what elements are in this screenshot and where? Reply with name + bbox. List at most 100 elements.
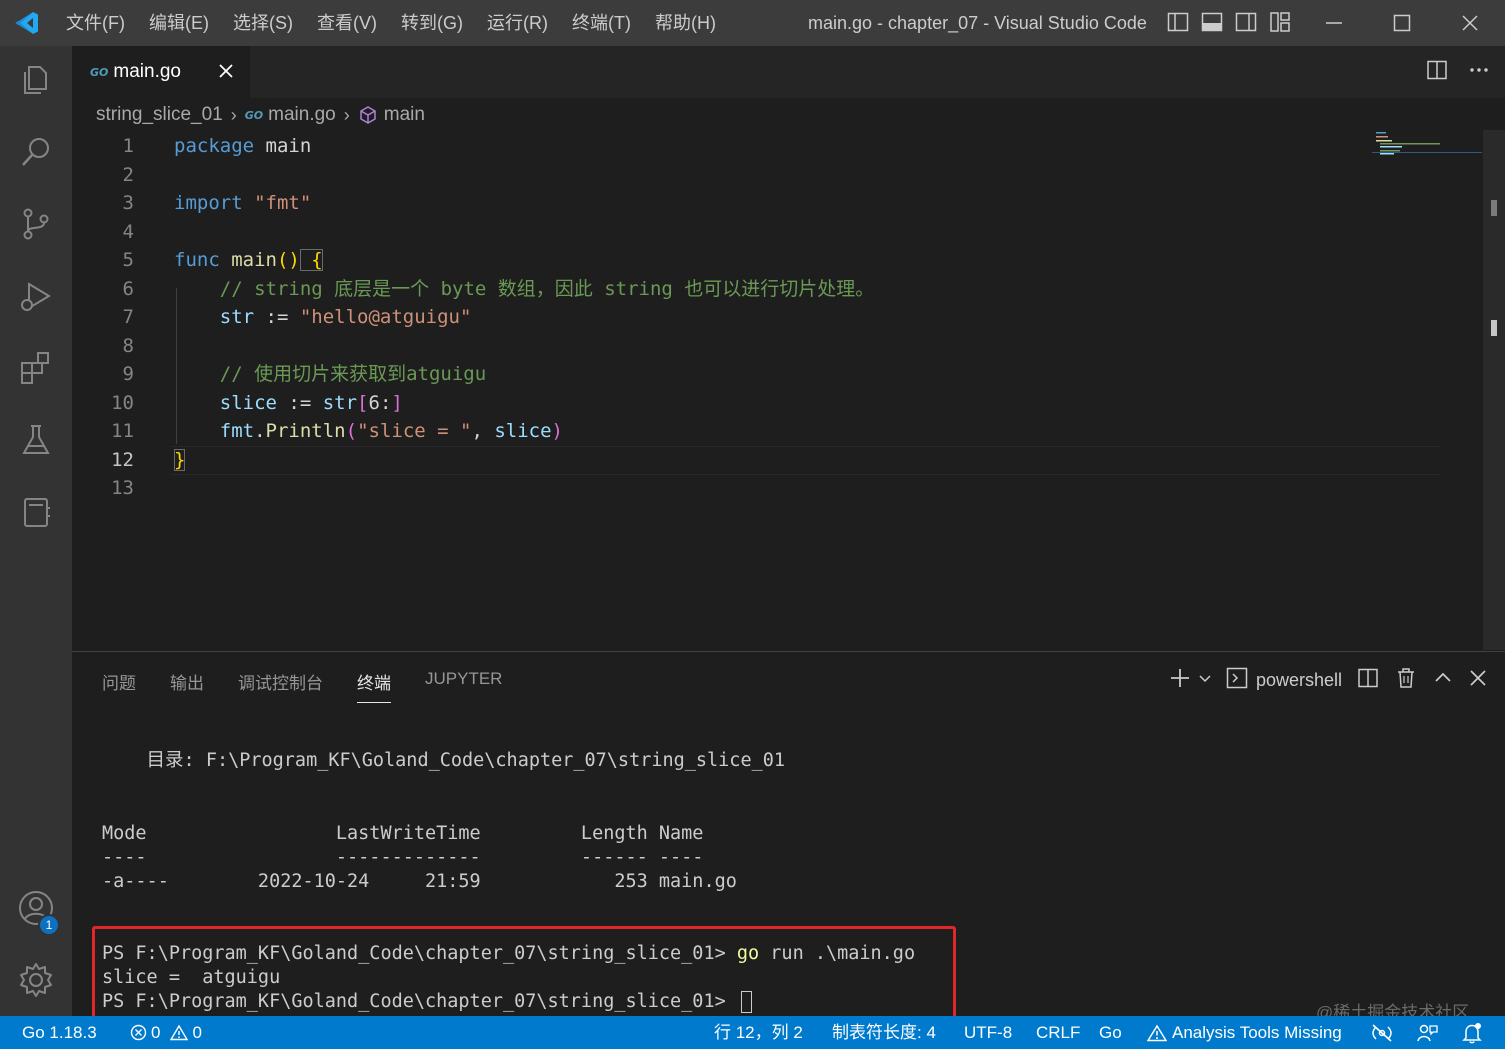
status-analysis-label: Analysis Tools Missing [1172,1023,1342,1042]
new-terminal-icon[interactable] [1168,666,1192,695]
code-line: 9 // 使用切片来获取到atguigu [72,360,1372,389]
line-number: 4 [122,220,134,243]
title-bar: 文件(F) 编辑(E) 选择(S) 查看(V) 转到(G) 运行(R) 终端(T… [0,0,1505,46]
code-line: 4 [72,218,1372,247]
code-token: "fmt" [242,192,312,214]
status-encoding[interactable]: UTF-8 [964,1016,1012,1049]
code-line: 3 import "fmt" [72,189,1372,218]
close-window-button[interactable] [1436,0,1504,46]
activity-bar: 1 [0,46,72,1016]
breadcrumb-folder[interactable]: string_slice_01 [96,104,223,126]
code-token: import [174,192,243,214]
code-token: Println [265,420,346,442]
line-number: 1 [122,135,134,157]
customize-layout-icon[interactable] [1268,10,1292,34]
terminal-shell-label[interactable]: powershell [1256,670,1342,691]
status-bar: Go 1.18.3 0 0 行 12，列 2 制表符长度: 4 UTF-8 CR… [0,1016,1505,1049]
run-debug-icon[interactable] [0,266,72,326]
broadcast-off-icon[interactable] [1370,1016,1394,1049]
code-token: fmt [174,420,255,442]
menu-terminal[interactable]: 终端(T) [560,0,643,46]
minimize-button[interactable] [1300,0,1368,46]
source-control-icon[interactable] [0,194,72,254]
split-terminal-icon[interactable] [1356,666,1380,695]
minimap[interactable] [1372,130,1487,170]
line-number: 13 [111,477,134,499]
tab-terminal[interactable]: 终端 [357,669,391,703]
code-token: main [254,135,312,157]
cube-symbol-icon [358,105,378,125]
menu-selection[interactable]: 选择(S) [221,0,305,46]
trash-icon[interactable] [1394,666,1418,695]
status-analysis-tools[interactable]: Analysis Tools Missing [1147,1016,1342,1049]
code-token: ( [345,420,358,442]
more-actions-icon[interactable] [1467,58,1491,87]
menu-file[interactable]: 文件(F) [54,0,137,46]
status-language[interactable]: Go [1099,1016,1122,1049]
chevron-right-icon: › [230,104,237,125]
menu-bar: 文件(F) 编辑(E) 选择(S) 查看(V) 转到(G) 运行(R) 终端(T… [54,0,728,46]
accounts-badge: 1 [38,914,60,936]
code-token: . [254,420,266,442]
status-go-version[interactable]: Go 1.18.3 [22,1016,97,1049]
code-line: 11 fmt.Println("slice = ", slice) [72,417,1372,446]
close-icon[interactable] [214,59,238,83]
code-token: slice [494,420,552,442]
scroll-marker [1491,200,1497,216]
toggle-panel-icon[interactable] [1200,10,1224,34]
code-token: func [174,249,220,271]
status-eol[interactable]: CRLF [1036,1016,1080,1049]
vscode-logo-icon [0,0,54,46]
code-token: ] [391,391,403,414]
close-panel-icon[interactable] [1468,668,1488,693]
code-line: 8 [72,332,1372,361]
terminal-directory-line: 目录: F:\Program_KF\Goland_Code\chapter_07… [102,750,786,771]
tab-label: main.go [113,61,181,82]
code-token: "hello@atguigu" [299,306,472,328]
warning-icon [1147,1024,1167,1041]
code-line: 6 // string 底层是一个 byte 数组，因此 string 也可以进… [72,275,1372,304]
code-token: { [299,249,323,271]
status-cursor-position[interactable]: 行 12，列 2 [714,1016,803,1049]
menu-go[interactable]: 转到(G) [389,0,475,46]
testing-icon[interactable] [0,410,72,470]
accounts-icon[interactable]: 1 [0,878,72,938]
chevron-down-icon[interactable] [1198,671,1212,690]
cursor-marker [1491,320,1497,336]
explorer-icon[interactable] [0,50,72,110]
menu-view[interactable]: 查看(V) [305,0,389,46]
terminal-shell-icon [1226,667,1248,694]
code-line: 5 func main() { [72,246,1372,275]
editor-scrollbar[interactable] [1483,130,1505,650]
terminal-output[interactable]: 目录: F:\Program_KF\Goland_Code\chapter_07… [102,652,915,1013]
split-editor-icon[interactable] [1425,58,1449,87]
menu-edit[interactable]: 编辑(E) [137,0,221,46]
extensions-icon[interactable] [0,338,72,398]
tab-jupyter[interactable]: JUPYTER [425,669,502,703]
settings-gear-icon[interactable] [0,950,72,1010]
maximize-panel-icon[interactable] [1432,667,1454,694]
code-line: 13 [72,474,1372,503]
notebook-icon[interactable] [0,482,72,542]
tab-debug-console[interactable]: 调试控制台 [238,669,323,703]
notifications-bell-icon[interactable] [1462,1016,1482,1049]
line-number: 6 [122,277,134,300]
status-tab-size[interactable]: 制表符长度: 4 [832,1016,936,1049]
breadcrumb-file[interactable]: main.go [268,104,336,126]
code-line: 12} [72,446,1372,475]
feedback-icon[interactable] [1416,1016,1438,1049]
status-error-count: 0 [151,1023,161,1042]
breadcrumb-symbol[interactable]: main [384,104,425,126]
toggle-primary-sidebar-icon[interactable] [1166,10,1190,34]
code-token: str [322,391,358,414]
menu-help[interactable]: 帮助(H) [643,0,728,46]
tab-main-go[interactable]: GO main.go [72,46,250,98]
code-editor[interactable]: 1 package main 2 3 import "fmt" 4 5 func ma… [72,130,1505,650]
tab-output[interactable]: 输出 [170,669,204,703]
toggle-secondary-sidebar-icon[interactable] [1234,10,1258,34]
maximize-button[interactable] [1368,0,1436,46]
menu-run[interactable]: 运行(R) [475,0,560,46]
search-icon[interactable] [0,122,72,182]
status-problems[interactable]: 0 0 [130,1016,202,1049]
line-number: 12 [111,448,134,471]
